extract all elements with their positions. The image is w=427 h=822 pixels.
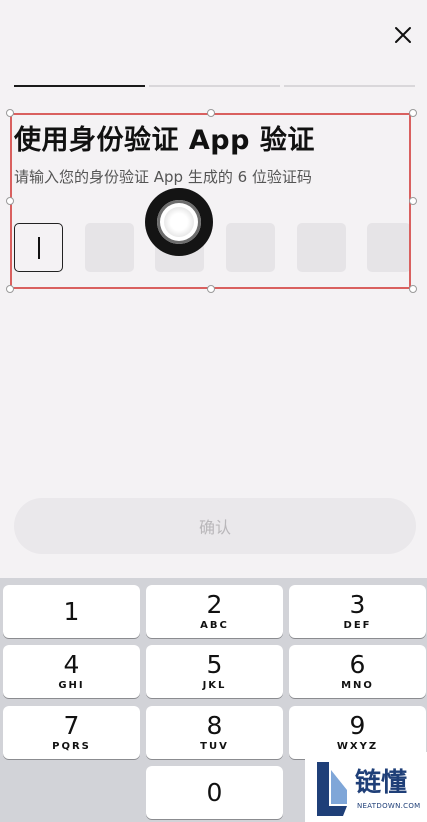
resize-handle[interactable] <box>6 109 14 117</box>
key-0[interactable]: 0 <box>146 766 283 819</box>
watermark-subtitle: NEATDOWN.COM <box>357 802 421 810</box>
key-5[interactable]: 5 JKL <box>146 645 283 698</box>
selection-outline <box>10 113 411 289</box>
key-4[interactable]: 4 GHI <box>3 645 140 698</box>
key-7[interactable]: 7 PQRS <box>3 706 140 759</box>
resize-handle[interactable] <box>207 109 215 117</box>
progress-step-3 <box>284 85 415 87</box>
progress-step-2 <box>149 85 280 87</box>
resize-handle[interactable] <box>409 197 417 205</box>
resize-handle[interactable] <box>409 285 417 293</box>
close-button[interactable] <box>390 22 416 48</box>
key-8[interactable]: 8 TUV <box>146 706 283 759</box>
resize-handle[interactable] <box>207 285 215 293</box>
key-1[interactable]: 1 <box>3 585 140 638</box>
confirm-button[interactable]: 确认 <box>14 498 416 554</box>
watermark: 链懂 NEATDOWN.COM <box>305 752 427 822</box>
watermark-logo-icon <box>317 762 347 816</box>
key-3[interactable]: 3 DEF <box>289 585 426 638</box>
key-2[interactable]: 2 ABC <box>146 585 283 638</box>
key-6[interactable]: 6 MNO <box>289 645 426 698</box>
watermark-title: 链懂 <box>355 768 408 798</box>
assistive-touch-button[interactable] <box>145 188 213 256</box>
close-icon <box>395 27 411 43</box>
assistive-touch-icon <box>157 200 201 244</box>
resize-handle[interactable] <box>6 285 14 293</box>
resize-handle[interactable] <box>409 109 417 117</box>
progress-step-1 <box>14 85 145 87</box>
resize-handle[interactable] <box>6 197 14 205</box>
